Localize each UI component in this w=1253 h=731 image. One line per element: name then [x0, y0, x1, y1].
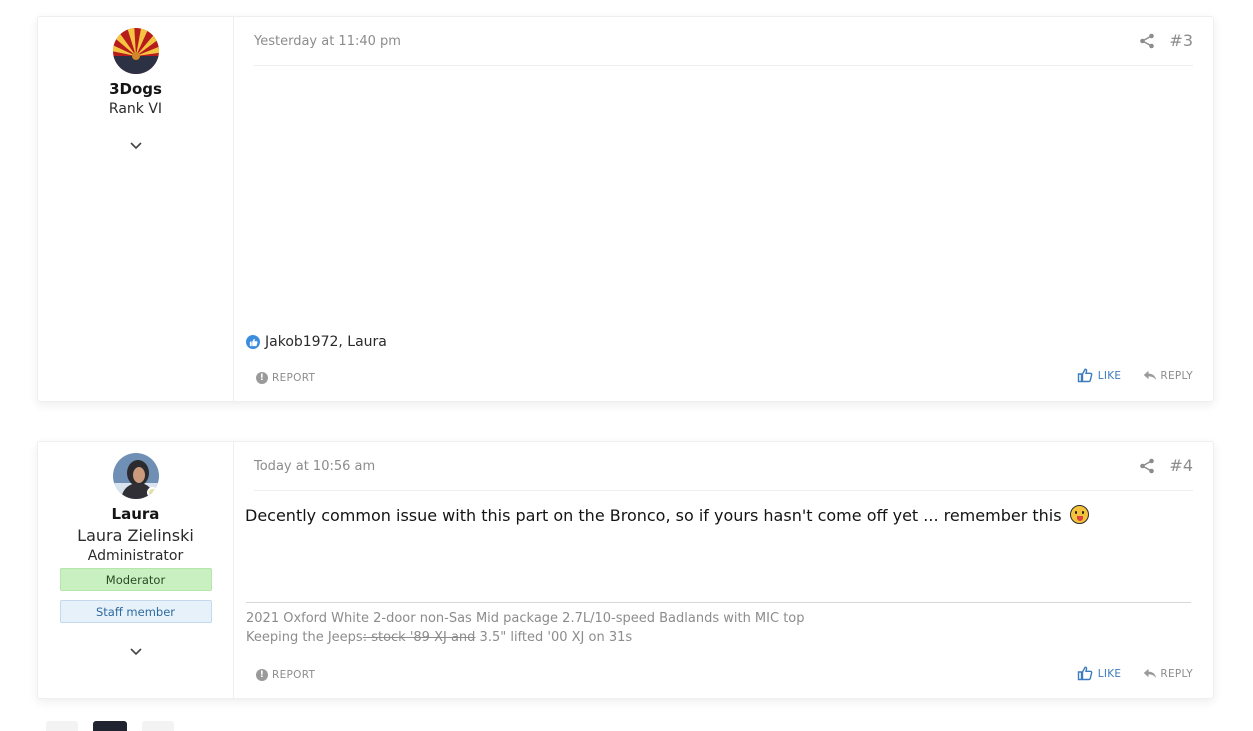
- post-header-actions: #4: [1139, 456, 1193, 475]
- user-rank: Rank VI: [108, 101, 163, 117]
- report-label: REPORT: [272, 669, 316, 681]
- post-content: Yesterday at 11:40 pm #3 Jakob1972, Laur…: [234, 17, 1213, 401]
- signature-line-2-prefix: Keeping the Jeeps: [246, 630, 363, 645]
- user-column: 3Dogs Rank VI: [38, 17, 234, 401]
- report-icon: !: [256, 669, 268, 681]
- post-number[interactable]: #3: [1169, 31, 1193, 50]
- like-button[interactable]: LIKE: [1077, 666, 1122, 681]
- header-divider: [254, 65, 1193, 66]
- signature-line-2: Keeping the Jeeps: stock '89 XJ and 3.5"…: [246, 628, 805, 647]
- post-3: 3Dogs Rank VI Yesterday at 11:40 pm #3 J…: [37, 16, 1214, 402]
- username[interactable]: Laura: [112, 505, 160, 523]
- signature-divider: [246, 602, 1191, 603]
- like-button[interactable]: LIKE: [1077, 368, 1122, 383]
- signature-line-2-suffix: 3.5" lifted '00 XJ on 31s: [475, 630, 633, 645]
- tongue-out-emoji: [1069, 505, 1089, 524]
- post-header-actions: #3: [1139, 31, 1193, 50]
- post-4: Laura Laura Zielinski Administrator Mode…: [37, 441, 1214, 699]
- user-real-name: Laura Zielinski: [77, 526, 194, 545]
- staff-banner: Staff member: [59, 600, 212, 623]
- reactions-users[interactable]: Jakob1972, Laura: [265, 334, 387, 350]
- avatar[interactable]: [112, 453, 159, 499]
- pagination-button[interactable]: [46, 721, 78, 731]
- reply-icon: [1144, 668, 1157, 679]
- share-icon[interactable]: [1139, 458, 1155, 474]
- reply-button[interactable]: REPLY: [1143, 668, 1193, 680]
- user-title: Administrator: [87, 548, 184, 564]
- report-button[interactable]: ! REPORT: [256, 372, 315, 384]
- like-label: LIKE: [1097, 369, 1122, 382]
- signature: 2021 Oxford White 2-door non-Sas Mid pac…: [246, 609, 805, 647]
- thumbs-up-icon: [1077, 666, 1093, 681]
- pagination-button[interactable]: [142, 721, 174, 731]
- chevron-down-icon[interactable]: [129, 645, 143, 661]
- reply-label: REPLY: [1160, 369, 1193, 382]
- post-timestamp[interactable]: Yesterday at 11:40 pm: [254, 34, 401, 49]
- report-icon: !: [256, 372, 268, 384]
- signature-line-2-struck: : stock '89 XJ and: [362, 630, 476, 645]
- like-reaction-icon: [246, 335, 260, 349]
- share-icon[interactable]: [1139, 33, 1155, 49]
- like-label: LIKE: [1097, 667, 1122, 680]
- report-label: REPORT: [272, 372, 316, 384]
- post-timestamp[interactable]: Today at 10:56 am: [254, 459, 375, 474]
- user-column: Laura Laura Zielinski Administrator Mode…: [38, 442, 234, 698]
- post-number[interactable]: #4: [1169, 456, 1193, 475]
- reply-label: REPLY: [1160, 667, 1193, 680]
- post-content: Today at 10:56 am #4 Decently common iss…: [234, 442, 1213, 698]
- post-message: Decently common issue with this part on …: [245, 505, 1089, 525]
- pagination-current[interactable]: [93, 721, 127, 731]
- post-footer-actions: LIKE REPLY: [1077, 666, 1193, 681]
- signature-line-1: 2021 Oxford White 2-door non-Sas Mid pac…: [246, 611, 805, 626]
- online-status-icon: [146, 487, 158, 498]
- thumbs-up-icon: [1077, 368, 1093, 383]
- message-text: Decently common issue with this part on …: [245, 506, 1062, 525]
- chevron-down-icon[interactable]: [129, 139, 143, 155]
- reactions-bar[interactable]: Jakob1972, Laura: [246, 334, 387, 350]
- post-footer-actions: LIKE REPLY: [1077, 368, 1193, 383]
- report-button[interactable]: ! REPORT: [256, 669, 315, 681]
- moderator-banner: Moderator: [59, 568, 212, 591]
- avatar[interactable]: [112, 28, 159, 74]
- username[interactable]: 3Dogs: [109, 80, 162, 98]
- reply-button[interactable]: REPLY: [1143, 370, 1193, 382]
- reply-icon: [1144, 370, 1157, 381]
- header-divider: [254, 490, 1193, 491]
